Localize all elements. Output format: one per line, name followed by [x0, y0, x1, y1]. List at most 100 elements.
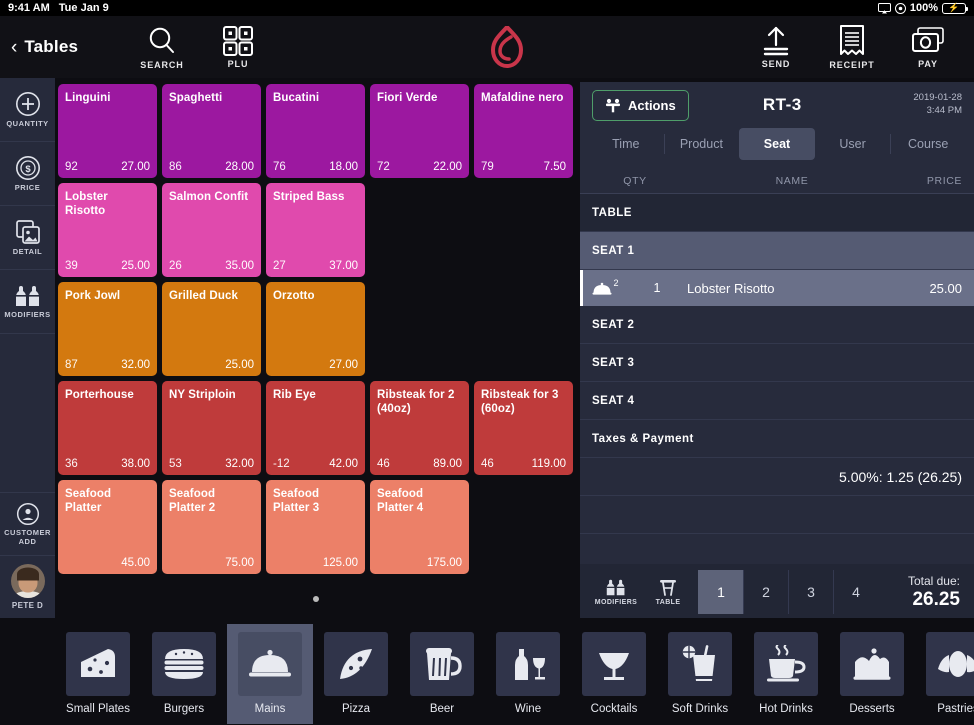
- product-tile[interactable]: Grilled Duck 25.00: [162, 282, 261, 376]
- order-group-seat-3[interactable]: SEAT 3: [580, 344, 974, 382]
- product-tile[interactable]: Linguini 92 27.00: [58, 84, 157, 178]
- category-label: Mains: [254, 703, 286, 715]
- product-tile[interactable]: Fiori Verde 72 22.00: [370, 84, 469, 178]
- product-tile-name: Mafaldine nero: [481, 92, 564, 104]
- wine-bottle-glass-icon: [496, 632, 560, 696]
- category-pastries[interactable]: Pastries: [915, 624, 974, 724]
- table-icon: [659, 578, 677, 597]
- seat-button-4[interactable]: 4: [833, 570, 878, 614]
- cloche-icon: [238, 632, 302, 696]
- order-tab-product[interactable]: Product: [663, 128, 740, 160]
- status-date: Tue Jan 9: [58, 2, 109, 14]
- sidebar-item-quantity[interactable]: QUANTITY: [0, 78, 55, 142]
- pizza-icon: [324, 632, 388, 696]
- order-group-seat-1[interactable]: SEAT 1: [580, 232, 974, 270]
- order-group-seat-4[interactable]: SEAT 4: [580, 382, 974, 420]
- order-tab-user[interactable]: User: [815, 128, 891, 160]
- product-tile-price: 25.00: [225, 359, 254, 371]
- product-tile[interactable]: Salmon Confit 26 35.00: [162, 183, 261, 277]
- send-button[interactable]: SEND: [738, 26, 814, 69]
- category-label: Beer: [429, 703, 455, 715]
- order-panel: Actions RT-3 2019-01-28 3:44 PM Time Prod…: [580, 82, 974, 620]
- back-to-tables-button[interactable]: ‹ Tables: [0, 37, 124, 57]
- sidebar-item-price[interactable]: $ PRICE: [0, 142, 55, 206]
- product-tile[interactable]: Mafaldine nero 79 7.50: [474, 84, 573, 178]
- footer-table-button[interactable]: TABLE: [642, 570, 694, 614]
- product-tile-footer: 72 22.00: [377, 161, 462, 173]
- product-grid-row: Lobster Risotto 39 25.00 Salmon Confit 26 35.…: [58, 183, 574, 277]
- search-button[interactable]: SEARCH: [124, 25, 200, 70]
- product-tile[interactable]: Pork Jowl 87 32.00: [58, 282, 157, 376]
- product-tile[interactable]: Ribsteak for 2 (40oz) 46 89.00: [370, 381, 469, 475]
- receipt-button[interactable]: RECEIPT: [814, 24, 890, 70]
- product-tile-price: 75.00: [225, 557, 254, 569]
- category-hot-drinks[interactable]: Hot Drinks: [743, 624, 829, 724]
- product-tile[interactable]: Lobster Risotto 39 25.00: [58, 183, 157, 277]
- product-tile-price: 35.00: [225, 260, 254, 272]
- user-name-label: PETE D: [11, 601, 44, 610]
- pay-button[interactable]: PAY: [890, 26, 966, 69]
- footer-modifiers-label: MODIFIERS: [594, 599, 638, 606]
- product-tile[interactable]: Ribsteak for 3 (60oz) 46 119.00: [474, 381, 573, 475]
- product-tile-name: Seafood Platter 2: [169, 488, 216, 515]
- category-mains[interactable]: Mains: [227, 624, 313, 724]
- product-tile-price: 89.00: [433, 458, 462, 470]
- user-avatar-button[interactable]: PETE D: [0, 556, 55, 618]
- product-tile-qty: 72: [377, 161, 390, 173]
- airplay-icon: [877, 2, 891, 14]
- page-indicator[interactable]: [58, 596, 574, 602]
- product-tile-footer: 45.00: [65, 557, 150, 569]
- lightspeed-flame-logo: [490, 26, 524, 68]
- category-label: Pizza: [341, 703, 371, 715]
- product-tile-name: Striped Bass: [273, 191, 345, 203]
- product-tile[interactable]: Seafood Platter 3 125.00: [266, 480, 365, 574]
- product-tile[interactable]: NY Striploin 53 32.00: [162, 381, 261, 475]
- product-tile-footer: 39 25.00: [65, 260, 150, 272]
- product-tile[interactable]: Seafood Platter 4 175.00: [370, 480, 469, 574]
- category-wine[interactable]: Wine: [485, 624, 571, 724]
- order-tab-course[interactable]: Course: [890, 128, 966, 160]
- dollar-circle-icon: $: [15, 155, 41, 181]
- order-group-table[interactable]: TABLE: [580, 194, 974, 232]
- actions-button[interactable]: Actions: [592, 89, 689, 121]
- sidebar-item-modifiers[interactable]: MODIFIERS: [0, 270, 55, 334]
- line-item-qty: 1: [653, 281, 661, 295]
- product-tile-name: Grilled Duck: [169, 290, 238, 302]
- category-beer[interactable]: Beer: [399, 624, 485, 724]
- product-tile-footer: 27.00: [273, 359, 358, 371]
- seat-button-1[interactable]: 1: [698, 570, 743, 614]
- product-tile[interactable]: Porterhouse 36 38.00: [58, 381, 157, 475]
- order-group-taxes-payment[interactable]: Taxes & Payment: [580, 420, 974, 458]
- order-line-item[interactable]: 2 1 Lobster Risotto 25.00: [580, 270, 974, 306]
- product-tile-qty: 27: [273, 260, 286, 272]
- order-tab-seat[interactable]: Seat: [739, 128, 815, 160]
- product-tile-price: 18.00: [329, 161, 358, 173]
- seat-button-3[interactable]: 3: [788, 570, 833, 614]
- product-tile[interactable]: Striped Bass 27 37.00: [266, 183, 365, 277]
- category-cocktails[interactable]: Cocktails: [571, 624, 657, 724]
- plu-button[interactable]: PLU: [200, 25, 276, 69]
- product-tile[interactable]: Bucatini 76 18.00: [266, 84, 365, 178]
- product-tile-name: Orzotto: [273, 290, 315, 302]
- product-tile-footer: 36 38.00: [65, 458, 150, 470]
- category-pizza[interactable]: Pizza: [313, 624, 399, 724]
- page-dot[interactable]: [313, 596, 319, 602]
- footer-modifiers-button[interactable]: MODIFIERS: [590, 570, 642, 614]
- product-tile[interactable]: Seafood Platter 2 75.00: [162, 480, 261, 574]
- sidebar-item-customer-add[interactable]: CUSTOMER ADD: [0, 492, 55, 556]
- product-tile-name: Linguini: [65, 92, 111, 104]
- category-small-plates[interactable]: Small Plates: [55, 624, 141, 724]
- seat-button-2[interactable]: 2: [743, 570, 788, 614]
- order-group-seat-2[interactable]: SEAT 2: [580, 306, 974, 344]
- category-desserts[interactable]: Desserts: [829, 624, 915, 724]
- order-tab-time[interactable]: Time: [588, 128, 664, 160]
- product-tile-footer: 86 28.00: [169, 161, 254, 173]
- product-tile[interactable]: Rib Eye -12 42.00: [266, 381, 365, 475]
- sidebar-item-detail[interactable]: DETAIL: [0, 206, 55, 270]
- product-tile[interactable]: Orzotto 27.00: [266, 282, 365, 376]
- plu-grid-icon: [223, 25, 253, 56]
- product-tile[interactable]: Spaghetti 86 28.00: [162, 84, 261, 178]
- category-soft-drinks[interactable]: Soft Drinks: [657, 624, 743, 724]
- product-tile[interactable]: Seafood Platter 45.00: [58, 480, 157, 574]
- category-burgers[interactable]: Burgers: [141, 624, 227, 724]
